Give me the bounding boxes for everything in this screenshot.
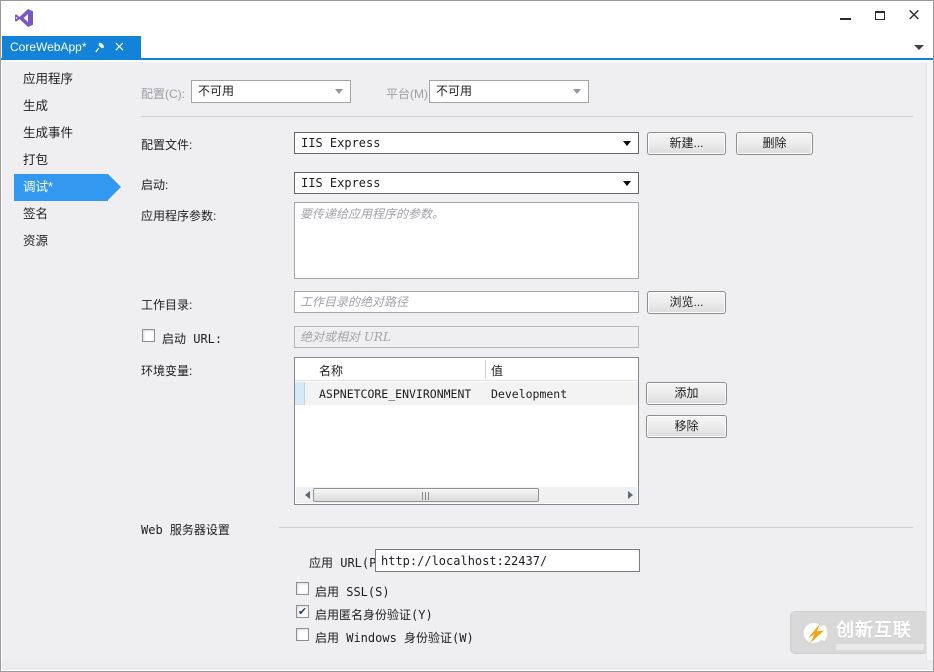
- launch-value: IIS Express: [301, 173, 380, 194]
- tab-close-icon[interactable]: ×: [114, 42, 126, 53]
- sidebar-item-debug[interactable]: 调试*: [14, 174, 108, 201]
- environment-variables-label: 环境变量:: [141, 362, 192, 379]
- sidebar-item-signing[interactable]: 签名: [2, 201, 132, 228]
- env-column-value: 值: [491, 362, 503, 379]
- enable-anonymous-auth-label: 启用匿名身份验证(Y): [315, 606, 433, 623]
- thumb-grip-icon: [422, 492, 430, 500]
- sidebar-item-resources[interactable]: 资源: [2, 228, 132, 255]
- working-directory-label: 工作目录:: [141, 296, 192, 313]
- platform-value: 不可用: [436, 81, 472, 102]
- tab-overflow-chevron-icon[interactable]: [914, 45, 924, 55]
- web-server-section-label: Web 服务器设置: [141, 521, 230, 538]
- enable-windows-auth-label: 启用 Windows 身份验证(W): [315, 629, 474, 646]
- close-icon: ×: [907, 5, 921, 25]
- enable-ssl-label: 启用 SSL(S): [315, 583, 390, 600]
- visual-studio-logo-icon: [14, 8, 34, 28]
- vs-project-properties-window: × CoreWebApp* × 应用程序 生成 生成事件 打包 调试* 签名 资…: [0, 0, 934, 672]
- app-arguments-textarea[interactable]: [294, 202, 639, 279]
- chevron-down-icon: [623, 181, 631, 190]
- watermark-subtext-bar: [836, 644, 924, 650]
- launch-url-checkbox[interactable]: [142, 329, 155, 342]
- remove-button[interactable]: 移除: [646, 415, 727, 438]
- scroll-left-icon: [301, 491, 310, 499]
- document-tab-strip: CoreWebApp* ×: [1, 36, 933, 60]
- chevron-down-icon: [573, 89, 581, 98]
- watermark-badge: 创新互联: [790, 611, 928, 654]
- maximize-icon: [875, 11, 885, 20]
- separator: [279, 527, 913, 528]
- close-window-button[interactable]: ×: [898, 4, 930, 28]
- profile-value: IIS Express: [301, 133, 380, 154]
- environment-variables-table: 名称 值 ASPNETCORE_ENVIRONMENT Development: [294, 357, 639, 505]
- env-column-name: 名称: [319, 362, 343, 379]
- app-url-input[interactable]: [375, 549, 640, 572]
- configuration-dropdown[interactable]: 不可用: [191, 80, 351, 103]
- sidebar-item-build[interactable]: 生成: [2, 93, 132, 120]
- add-button[interactable]: 添加: [646, 382, 727, 405]
- launch-dropdown[interactable]: IIS Express: [294, 172, 639, 194]
- sidebar-item-application[interactable]: 应用程序: [2, 66, 132, 93]
- launch-url-input[interactable]: [294, 326, 639, 348]
- chevron-down-icon: [623, 141, 631, 150]
- vertical-scrollbar-track[interactable]: [926, 62, 934, 660]
- launch-url-label: 启动 URL:: [162, 330, 222, 347]
- scroll-left-button[interactable]: [296, 487, 312, 503]
- sidebar-item-package[interactable]: 打包: [2, 147, 132, 174]
- platform-label: 平台(M):: [386, 85, 431, 102]
- app-arguments-label: 应用程序参数:: [141, 207, 216, 224]
- row-selector[interactable]: [295, 382, 305, 405]
- maximize-button[interactable]: [864, 4, 896, 28]
- title-bar: ×: [1, 1, 933, 36]
- pin-icon[interactable]: [95, 42, 106, 53]
- tab-corewebapp[interactable]: CoreWebApp* ×: [2, 36, 141, 58]
- delete-profile-button[interactable]: 删除: [736, 132, 813, 155]
- separator: [141, 116, 913, 117]
- tab-title: CoreWebApp*: [10, 40, 87, 54]
- configuration-value: 不可用: [198, 81, 234, 102]
- enable-windows-auth-checkbox[interactable]: [296, 628, 309, 641]
- enable-ssl-checkbox[interactable]: [296, 582, 309, 595]
- column-divider: [485, 360, 486, 379]
- horizontal-scrollbar[interactable]: [296, 487, 637, 503]
- check-icon: ✔: [298, 605, 307, 618]
- scrollbar-thumb[interactable]: [313, 488, 539, 502]
- platform-dropdown[interactable]: 不可用: [429, 80, 589, 103]
- selected-arrow: [108, 174, 121, 200]
- watermark-text: 创新互联: [836, 616, 924, 642]
- minimize-button[interactable]: [829, 4, 861, 28]
- chevron-down-icon: [335, 89, 343, 98]
- window-bottom-edge: [2, 660, 934, 670]
- sidebar-item-label: 调试*: [23, 180, 53, 194]
- working-directory-input[interactable]: [294, 291, 639, 313]
- enable-anonymous-auth-checkbox[interactable]: ✔: [296, 605, 309, 618]
- new-profile-button[interactable]: 新建...: [647, 132, 726, 155]
- properties-page: 应用程序 生成 生成事件 打包 调试* 签名 资源 配置(C): 不可用 平台(…: [2, 62, 934, 661]
- scroll-right-button[interactable]: [621, 487, 637, 503]
- env-table-header: 名称 值: [295, 358, 638, 381]
- launch-label: 启动:: [141, 176, 168, 193]
- minimize-icon: [840, 18, 851, 20]
- profile-label: 配置文件:: [141, 136, 192, 153]
- sidebar-item-build-events[interactable]: 生成事件: [2, 120, 132, 147]
- configuration-label: 配置(C):: [141, 85, 185, 102]
- env-value-cell: Development: [491, 387, 567, 401]
- env-name-cell: ASPNETCORE_ENVIRONMENT: [319, 387, 471, 401]
- watermark-logo-icon: [799, 618, 829, 648]
- scroll-right-icon: [628, 491, 637, 499]
- browse-button[interactable]: 浏览...: [647, 291, 726, 314]
- profile-dropdown[interactable]: IIS Express: [294, 132, 639, 154]
- table-row[interactable]: ASPNETCORE_ENVIRONMENT Development: [295, 382, 638, 405]
